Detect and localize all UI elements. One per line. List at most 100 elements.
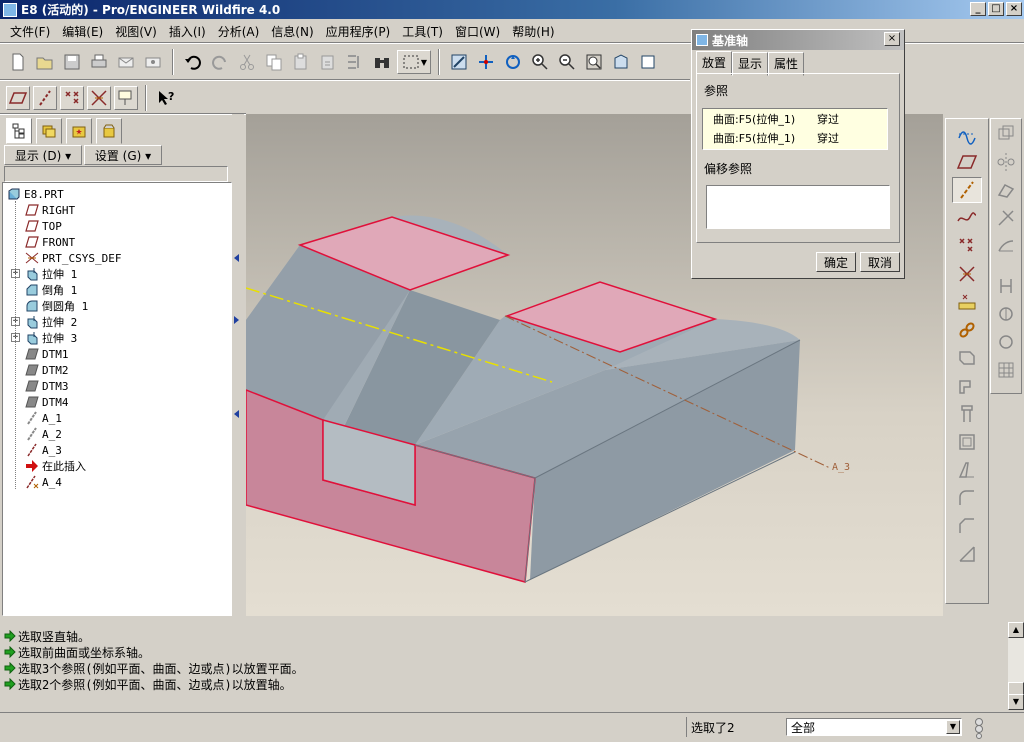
tree-item[interactable]: A_1 <box>25 410 62 426</box>
datum-point-tool-button[interactable] <box>952 233 982 259</box>
traffic-light-icon[interactable] <box>972 717 986 739</box>
offset-tool-button[interactable] <box>993 301 1019 327</box>
find-button[interactable] <box>370 50 394 74</box>
tree-item[interactable]: A_2 <box>25 426 62 442</box>
references-list[interactable]: 曲面:F5(拉伸_1) 穿过 曲面:F5(拉伸_1) 穿过 <box>702 108 888 150</box>
menu-edit[interactable]: 编辑(E) <box>56 23 109 40</box>
tab-placement[interactable]: 放置 <box>696 51 733 75</box>
merge-tool-button[interactable] <box>993 177 1019 203</box>
menu-view[interactable]: 视图(V) <box>109 23 163 40</box>
saved-views-button[interactable] <box>636 50 660 74</box>
reference-row[interactable]: 曲面:F5(拉伸_1) 穿过 <box>703 129 887 147</box>
solidify-tool-button[interactable] <box>993 357 1019 383</box>
draft-tool-button[interactable] <box>952 457 982 483</box>
paste-button[interactable] <box>289 50 313 74</box>
tree-item[interactable]: TOP <box>25 218 62 234</box>
datum-axis-display-toggle[interactable] <box>33 86 57 110</box>
selection-filter-dropdown[interactable]: 全部 ▼ <box>786 718 962 736</box>
tree-item[interactable]: 倒角 1 <box>25 282 77 298</box>
scroll-up-button[interactable]: ▲ <box>1008 622 1024 638</box>
paste-special-button[interactable] <box>316 50 340 74</box>
tree-item[interactable]: RIGHT <box>25 202 75 218</box>
chain-tool-button[interactable] <box>952 317 982 343</box>
show-dropdown[interactable]: 显示 (D) ▾ <box>4 145 82 165</box>
email-button[interactable] <box>114 50 138 74</box>
tree-item[interactable]: A_4 <box>25 474 62 490</box>
menu-window[interactable]: 窗口(W) <box>449 23 506 40</box>
tree-item[interactable]: 拉伸 2 <box>25 314 77 330</box>
zoom-in-button[interactable] <box>528 50 552 74</box>
cancel-button[interactable]: 取消 <box>860 252 900 272</box>
shell-tool-button[interactable] <box>952 429 982 455</box>
menu-insert[interactable]: 插入(I) <box>163 23 212 40</box>
reference-type[interactable]: 穿过 <box>817 111 839 127</box>
analysis-feature-button[interactable] <box>952 289 982 315</box>
tab-folder-browser[interactable] <box>36 118 62 144</box>
close-button[interactable]: × <box>1006 2 1022 16</box>
redo-button[interactable] <box>208 50 232 74</box>
menu-applications[interactable]: 应用程序(P) <box>320 23 397 40</box>
menu-analysis[interactable]: 分析(A) <box>212 23 266 40</box>
tree-item[interactable]: A_3 <box>25 442 62 458</box>
annotation-display-toggle[interactable] <box>114 86 138 110</box>
message-scrollbar[interactable]: ▲ ▼ <box>1008 622 1024 710</box>
orient-mode-button[interactable] <box>501 50 525 74</box>
ok-button[interactable]: 确定 <box>816 252 856 272</box>
save-button[interactable] <box>60 50 84 74</box>
repaint-button[interactable] <box>447 50 471 74</box>
minimize-button[interactable]: _ <box>970 2 986 16</box>
tree-item[interactable]: PRT_CSYS_DEF <box>25 250 121 266</box>
menu-info[interactable]: 信息(N) <box>265 23 319 40</box>
revolve-tool-button[interactable] <box>952 373 982 399</box>
tree-item[interactable]: 拉伸 3 <box>25 330 77 346</box>
tree-item[interactable]: DTM1 <box>25 346 69 362</box>
chamfer-tool-button[interactable] <box>952 513 982 539</box>
tree-item[interactable]: 拉伸 1 <box>25 266 77 282</box>
open-file-button[interactable] <box>33 50 57 74</box>
csys-tool-button[interactable] <box>952 261 982 287</box>
selection-box-button[interactable]: ▼ <box>397 50 431 74</box>
context-help-button[interactable]: ? <box>154 86 178 110</box>
email-link-button[interactable] <box>141 50 165 74</box>
tab-model-tree[interactable] <box>6 118 32 144</box>
menu-file[interactable]: 文件(F) <box>4 23 56 40</box>
tree-item[interactable]: E8.PRT <box>7 186 64 202</box>
tree-item[interactable]: DTM4 <box>25 394 69 410</box>
dialog-close-button[interactable]: × <box>884 32 900 46</box>
tree-item[interactable]: 在此插入 <box>25 458 86 474</box>
reorient-button[interactable] <box>609 50 633 74</box>
datum-axis-tool-button[interactable] <box>952 177 982 203</box>
settings-dropdown[interactable]: 设置 (G) ▾ <box>84 145 162 165</box>
regenerate-button[interactable] <box>343 50 367 74</box>
datum-point-display-toggle[interactable] <box>60 86 84 110</box>
trim-tool-button[interactable] <box>993 205 1019 231</box>
print-button[interactable] <box>87 50 111 74</box>
spin-center-button[interactable] <box>474 50 498 74</box>
datum-plane-tool-button[interactable] <box>952 149 982 175</box>
menu-tools[interactable]: 工具(T) <box>396 23 449 40</box>
split-tool-button[interactable] <box>993 273 1019 299</box>
tree-item[interactable]: DTM2 <box>25 362 69 378</box>
extrude-tool-button[interactable] <box>952 345 982 371</box>
copy-button[interactable] <box>262 50 286 74</box>
refit-button[interactable] <box>582 50 606 74</box>
sketch-tool-button[interactable] <box>952 121 982 147</box>
thicken-tool-button[interactable] <box>993 329 1019 355</box>
round-tool-button[interactable] <box>952 485 982 511</box>
reference-row[interactable]: 曲面:F5(拉伸_1) 穿过 <box>703 110 887 128</box>
tree-item[interactable]: DTM3 <box>25 378 69 394</box>
reference-type[interactable]: 穿过 <box>817 130 839 146</box>
cut-button[interactable] <box>235 50 259 74</box>
menu-help[interactable]: 帮助(H) <box>506 23 560 40</box>
tab-connections[interactable] <box>96 118 122 144</box>
new-file-button[interactable] <box>6 50 30 74</box>
undo-button[interactable] <box>181 50 205 74</box>
csys-display-toggle[interactable] <box>87 86 111 110</box>
tab-favorites[interactable] <box>66 118 92 144</box>
navigator-splitter[interactable] <box>232 114 244 616</box>
copy-feature-button[interactable] <box>993 121 1019 147</box>
hole-tool-button[interactable] <box>952 401 982 427</box>
tree-item[interactable]: FRONT <box>25 234 75 250</box>
mirror-tool-button[interactable] <box>993 149 1019 175</box>
offset-references-list[interactable] <box>706 185 890 229</box>
